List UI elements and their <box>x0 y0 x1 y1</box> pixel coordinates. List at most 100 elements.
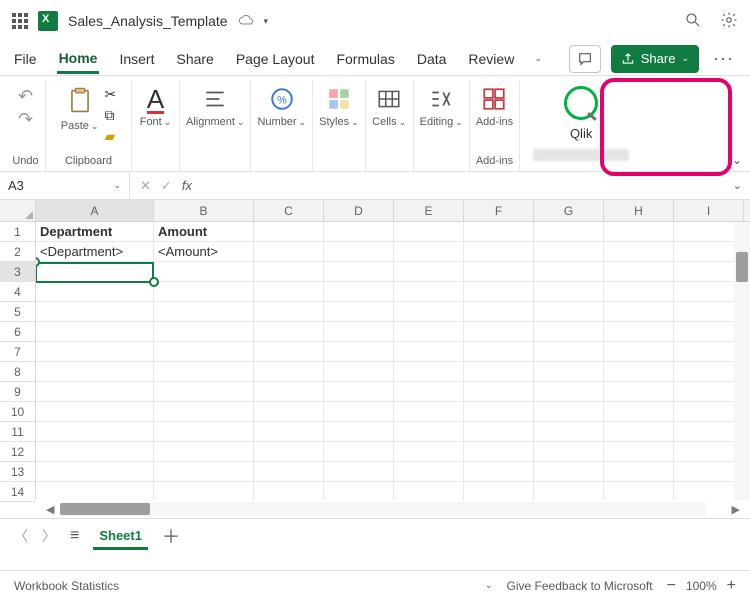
cell[interactable] <box>394 482 464 500</box>
cell[interactable] <box>254 442 324 462</box>
cell[interactable] <box>464 322 534 342</box>
search-icon[interactable] <box>684 11 702 32</box>
tab-file[interactable]: File <box>12 45 39 73</box>
cut-icon[interactable]: ✂ <box>104 86 116 103</box>
cell[interactable] <box>254 342 324 362</box>
settings-gear-icon[interactable] <box>720 11 738 32</box>
cell[interactable] <box>254 402 324 422</box>
zoom-in-button[interactable]: + <box>727 577 736 595</box>
row-header[interactable]: 2 <box>0 242 35 262</box>
cell[interactable] <box>324 322 394 342</box>
cell[interactable] <box>604 342 674 362</box>
cell[interactable] <box>36 342 154 362</box>
cell[interactable] <box>154 422 254 442</box>
cell[interactable] <box>394 382 464 402</box>
cell[interactable] <box>604 242 674 262</box>
cell[interactable] <box>394 342 464 362</box>
cell[interactable] <box>604 482 674 500</box>
row-header[interactable]: 3 <box>0 262 35 282</box>
cell[interactable] <box>534 282 604 302</box>
alignment-icon[interactable] <box>201 86 229 112</box>
cell[interactable] <box>464 222 534 242</box>
cell[interactable] <box>534 322 604 342</box>
cell[interactable] <box>154 402 254 422</box>
ribbon-collapse-icon[interactable]: ⌄ <box>732 153 742 167</box>
cells-icon[interactable] <box>375 86 403 112</box>
cell[interactable] <box>36 462 154 482</box>
cell-b2[interactable]: <Amount> <box>154 242 254 262</box>
selection-handle[interactable] <box>149 277 159 287</box>
cell[interactable] <box>36 402 154 422</box>
cell[interactable] <box>324 262 394 282</box>
status-dropdown-icon[interactable]: ⌄ <box>485 580 493 591</box>
cell[interactable] <box>154 482 254 500</box>
zoom-level[interactable]: 100% <box>686 579 717 593</box>
cell[interactable] <box>324 382 394 402</box>
fx-icon[interactable]: fx <box>182 178 192 193</box>
editing-icon[interactable] <box>427 86 455 112</box>
cell[interactable] <box>254 222 324 242</box>
cell[interactable] <box>154 322 254 342</box>
cell[interactable] <box>534 382 604 402</box>
cell[interactable] <box>534 342 604 362</box>
col-header[interactable]: E <box>394 200 464 221</box>
cell[interactable] <box>154 382 254 402</box>
cell-a1[interactable]: Department <box>36 222 154 242</box>
col-header[interactable]: C <box>254 200 324 221</box>
cell[interactable] <box>394 302 464 322</box>
col-header[interactable]: F <box>464 200 534 221</box>
cell[interactable] <box>36 302 154 322</box>
cell[interactable] <box>324 342 394 362</box>
cell[interactable] <box>254 362 324 382</box>
cell[interactable] <box>154 282 254 302</box>
cell[interactable] <box>254 262 324 282</box>
cell[interactable] <box>534 442 604 462</box>
tab-home[interactable]: Home <box>57 44 100 74</box>
cell[interactable] <box>36 442 154 462</box>
cell[interactable] <box>394 422 464 442</box>
row-header[interactable]: 6 <box>0 322 35 342</box>
styles-icon[interactable] <box>325 86 353 112</box>
share-button[interactable]: Share ⌄ <box>611 45 699 73</box>
cell[interactable] <box>464 362 534 382</box>
cell[interactable] <box>36 422 154 442</box>
cell[interactable] <box>464 342 534 362</box>
sheet-nav-prev-icon[interactable]: 〈 <box>14 526 28 546</box>
cell[interactable] <box>36 482 154 500</box>
cell[interactable] <box>464 482 534 500</box>
cell[interactable] <box>604 302 674 322</box>
col-header[interactable]: A <box>36 200 154 221</box>
undo-icon[interactable]: ↶ <box>18 86 33 107</box>
horizontal-scrollbar[interactable] <box>60 502 705 516</box>
redo-icon[interactable]: ↷ <box>18 109 33 130</box>
cell[interactable] <box>154 462 254 482</box>
cell[interactable] <box>324 242 394 262</box>
vertical-scrollbar[interactable] <box>734 222 750 500</box>
cell[interactable] <box>154 362 254 382</box>
formula-bar[interactable] <box>202 172 725 199</box>
cell[interactable] <box>394 282 464 302</box>
cell[interactable] <box>154 342 254 362</box>
cell[interactable] <box>394 462 464 482</box>
zoom-out-button[interactable]: − <box>667 577 676 595</box>
col-header[interactable]: B <box>154 200 254 221</box>
addins-icon[interactable] <box>480 86 508 112</box>
cancel-formula-icon[interactable]: ✕ <box>140 178 151 194</box>
cell[interactable] <box>324 442 394 462</box>
workbook-statistics[interactable]: Workbook Statistics <box>14 579 119 593</box>
format-painter-icon[interactable]: ▰ <box>104 128 116 145</box>
row-header[interactable]: 14 <box>0 482 35 502</box>
cell[interactable] <box>36 282 154 302</box>
cell[interactable] <box>254 322 324 342</box>
cell[interactable] <box>394 242 464 262</box>
cell[interactable] <box>604 322 674 342</box>
cell[interactable] <box>324 282 394 302</box>
cell[interactable] <box>604 422 674 442</box>
cell[interactable] <box>254 302 324 322</box>
more-options-button[interactable]: ··· <box>709 48 738 69</box>
cell[interactable] <box>254 422 324 442</box>
feedback-link[interactable]: Give Feedback to Microsoft <box>507 579 653 593</box>
cell[interactable] <box>534 262 604 282</box>
document-name[interactable]: Sales_Analysis_Template <box>68 13 228 29</box>
cell[interactable] <box>394 402 464 422</box>
